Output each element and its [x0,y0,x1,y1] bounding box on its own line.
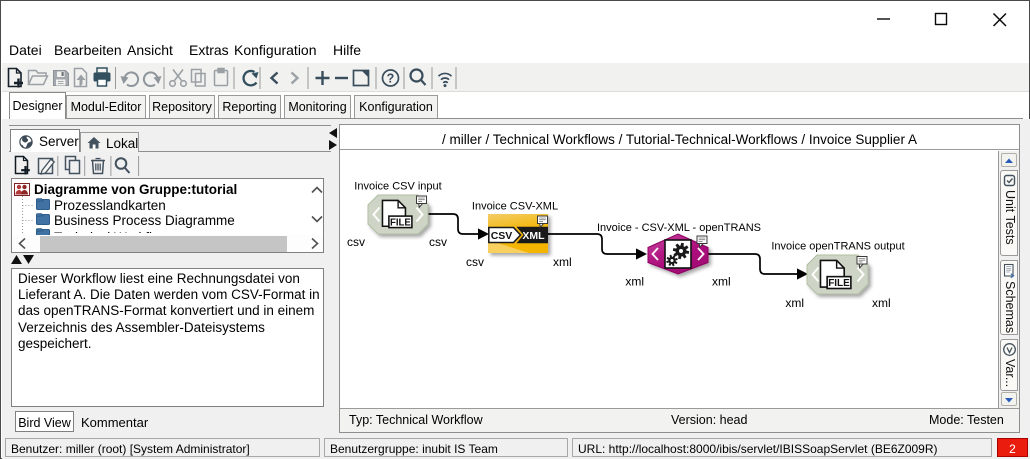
svg-text:Invoice CSV-XML: Invoice CSV-XML [472,201,558,213]
svg-text:xml: xml [553,255,572,269]
svg-text:XML: XML [522,230,545,242]
svg-text:xml: xml [625,275,644,289]
svg-text:Invoice CSV input: Invoice CSV input [354,181,441,193]
svg-text:xml: xml [872,296,891,310]
svg-text:csv: csv [466,255,484,269]
svg-text:CSV: CSV [491,230,513,242]
svg-text:xml: xml [712,275,731,289]
svg-text:?: ? [387,72,395,86]
svg-text:Invoice openTRANS output: Invoice openTRANS output [771,241,904,253]
svg-text:csv: csv [347,235,365,249]
svg-text:Invoice - CSV-XML - openTRANS: Invoice - CSV-XML - openTRANS [597,222,761,234]
svg-text:csv: csv [429,235,447,249]
svg-text:xml: xml [785,296,804,310]
